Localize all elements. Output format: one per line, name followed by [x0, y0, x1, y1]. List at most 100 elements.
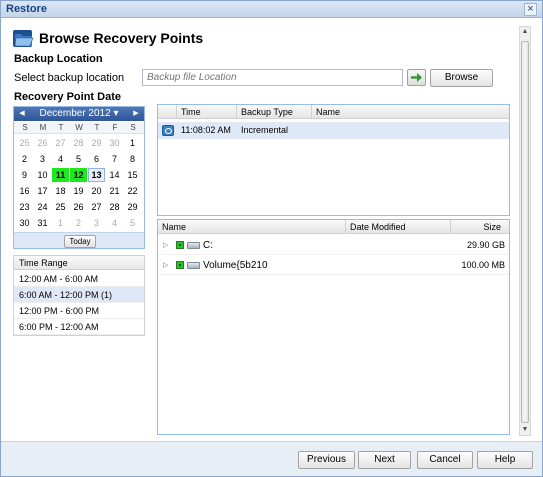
calendar-day[interactable]: 12	[70, 168, 87, 182]
weekday-label: T	[94, 123, 100, 132]
calendar-day[interactable]: 26	[70, 200, 87, 214]
arrow-right-icon	[411, 73, 422, 82]
scroll-up-icon[interactable]: ▲	[520, 27, 530, 37]
weekday-label: S	[22, 123, 28, 132]
browse-button[interactable]: Browse	[430, 69, 493, 87]
calendar-day[interactable]: 15	[124, 168, 141, 182]
calendar-day[interactable]: 9	[16, 168, 33, 182]
next-month-icon[interactable]: ▶	[130, 107, 142, 121]
calendar-day[interactable]: 10	[34, 168, 51, 182]
folder-open-icon	[13, 30, 34, 47]
scroll-down-icon[interactable]: ▼	[520, 425, 530, 435]
calendar-day[interactable]: 4	[106, 216, 123, 230]
name-column-header[interactable]: Name	[158, 220, 346, 234]
calendar-day[interactable]: 13	[88, 168, 105, 182]
calendar-day[interactable]: 1	[124, 136, 141, 150]
dialog-footer: Previous Next Cancel Help	[1, 441, 542, 476]
time-range-item[interactable]: 12:00 PM - 6:00 PM	[14, 303, 144, 319]
volume-row[interactable]: ▷ C: 29.90 GB	[158, 236, 509, 255]
recovery-point-icon	[162, 125, 174, 136]
cancel-button[interactable]: Cancel	[417, 451, 473, 469]
calendar-day[interactable]: 29	[124, 200, 141, 214]
time-range-header: Time Range	[14, 256, 144, 270]
calendar-day[interactable]: 28	[106, 200, 123, 214]
name-column-header[interactable]: Name	[312, 105, 509, 119]
backup-location-input[interactable]	[142, 69, 403, 86]
recovery-point-date-heading: Recovery Point Date	[14, 91, 121, 103]
calendar-day[interactable]: 23	[16, 200, 33, 214]
calendar-day[interactable]: 8	[124, 152, 141, 166]
volume-size: 29.90 GB	[466, 240, 505, 250]
calendar-day[interactable]: 19	[70, 184, 87, 198]
time-range-item[interactable]: 12:00 AM - 6:00 AM	[14, 271, 144, 287]
backup-location-label: Select backup location	[14, 72, 125, 84]
volumes-tree-grid: Name Date Modified Size ▷ C: 29.90 GB ▷ …	[157, 219, 510, 435]
calendar-day[interactable]: 3	[88, 216, 105, 230]
recovery-points-grid: Time Backup Type Name 11:08:02 AM Increm…	[157, 104, 510, 216]
calendar-day[interactable]: 7	[106, 152, 123, 166]
calendar-day[interactable]: 18	[52, 184, 69, 198]
calendar-day[interactable]: 2	[70, 216, 87, 230]
calendar-day[interactable]: 3	[34, 152, 51, 166]
calendar-day[interactable]: 29	[88, 136, 105, 150]
window-title: Restore	[6, 3, 47, 15]
grid-header: Name Date Modified Size	[158, 220, 509, 234]
volume-row[interactable]: ▷ Volume{5b210 100.00 MB	[158, 256, 509, 275]
go-button[interactable]	[407, 69, 426, 86]
date-modified-column-header[interactable]: Date Modified	[346, 220, 451, 234]
calendar-day[interactable]: 4	[52, 152, 69, 166]
next-button[interactable]: Next	[358, 451, 411, 469]
calendar-day[interactable]: 22	[124, 184, 141, 198]
prev-month-icon[interactable]: ◀	[16, 107, 28, 121]
weekday-label: S	[130, 123, 136, 132]
calendar-day[interactable]: 24	[34, 200, 51, 214]
time-range-item[interactable]: 6:00 PM - 12:00 AM	[14, 319, 144, 335]
checkbox-icon[interactable]	[176, 261, 184, 269]
calendar-day[interactable]: 17	[34, 184, 51, 198]
recovery-point-row[interactable]: 11:08:02 AM Incremental	[158, 122, 509, 139]
volume-name: C:	[203, 240, 213, 251]
calendar-day[interactable]: 6	[88, 152, 105, 166]
previous-button[interactable]: Previous	[298, 451, 355, 469]
time-range-list: Time Range 12:00 AM - 6:00 AM 6:00 AM - …	[13, 255, 145, 336]
scroll-thumb[interactable]	[521, 41, 529, 423]
calendar-day[interactable]: 30	[16, 216, 33, 230]
calendar-day[interactable]: 31	[34, 216, 51, 230]
backup-type-column-header[interactable]: Backup Type	[237, 105, 312, 119]
recovery-point-time: 11:08:02 AM	[181, 125, 231, 135]
calendar-footer: Today	[14, 232, 144, 248]
calendar-day[interactable]: 25	[52, 200, 69, 214]
expand-icon[interactable]: ▷	[163, 236, 168, 255]
calendar-day[interactable]: 27	[88, 200, 105, 214]
main-panel: Browse Recovery Points Backup Location S…	[2, 19, 517, 439]
time-range-item[interactable]: 6:00 AM - 12:00 PM (1)	[14, 287, 144, 303]
calendar-day[interactable]: 30	[106, 136, 123, 150]
calendar-day[interactable]: 20	[88, 184, 105, 198]
calendar-day[interactable]: 14	[106, 168, 123, 182]
drive-icon	[187, 262, 200, 269]
close-icon[interactable]: ×	[524, 3, 537, 16]
calendar-day[interactable]: 16	[16, 184, 33, 198]
calendar-day[interactable]: 21	[106, 184, 123, 198]
calendar-day[interactable]: 25	[16, 136, 33, 150]
checkbox-icon[interactable]	[176, 241, 184, 249]
today-button[interactable]: Today	[64, 235, 96, 248]
calendar-day[interactable]: 28	[70, 136, 87, 150]
expand-icon[interactable]: ▷	[163, 256, 168, 275]
calendar-day[interactable]: 2	[16, 152, 33, 166]
calendar-day[interactable]: 1	[52, 216, 69, 230]
icon-column-header	[158, 105, 177, 119]
calendar-day[interactable]: 5	[70, 152, 87, 166]
month-selector[interactable]: December 2012 ▾	[39, 108, 119, 119]
size-column-header[interactable]: Size	[451, 220, 509, 234]
calendar-day[interactable]: 27	[52, 136, 69, 150]
weekday-label: F	[112, 123, 118, 132]
vertical-scrollbar[interactable]: ▲ ▼	[519, 26, 531, 436]
calendar-day[interactable]: 26	[34, 136, 51, 150]
help-button[interactable]: Help	[477, 451, 533, 469]
calendar-day[interactable]: 5	[124, 216, 141, 230]
page-title: Browse Recovery Points	[39, 30, 204, 46]
weekday-label: T	[58, 123, 64, 132]
time-column-header[interactable]: Time	[177, 105, 237, 119]
calendar-day[interactable]: 11	[52, 168, 69, 182]
